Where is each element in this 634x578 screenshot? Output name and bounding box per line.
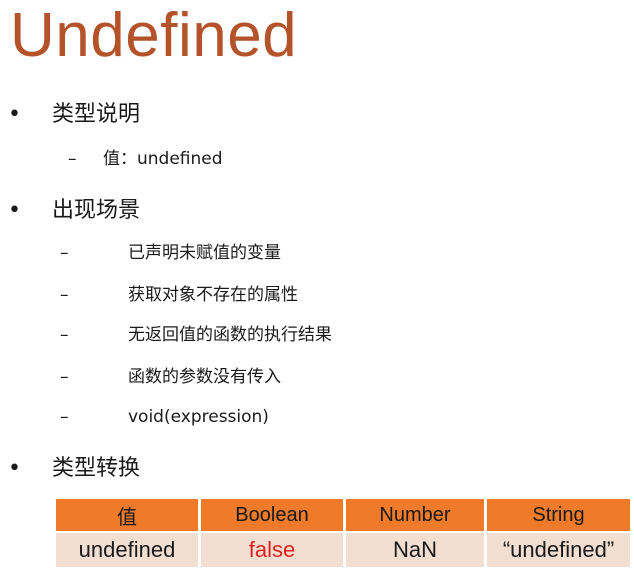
table-cell-boolean: false xyxy=(199,531,346,567)
table-cell: “undefined” xyxy=(485,531,630,567)
bullet-dot: • xyxy=(8,456,21,481)
scene-item: void(expression) xyxy=(128,407,269,427)
bullet-dot: • xyxy=(8,102,21,127)
section-heading: 类型说明 xyxy=(52,102,141,127)
table-cell: undefined xyxy=(56,531,201,567)
header-cell: String xyxy=(485,499,630,532)
scene-item: 函数的参数没有传入 xyxy=(128,367,281,387)
section-heading: 类型转换 xyxy=(52,456,141,481)
dash-marker: – xyxy=(60,285,69,305)
scene-item: 无返回值的函数的执行结果 xyxy=(128,325,332,345)
scene-item: 已声明未赋值的变量 xyxy=(128,243,281,263)
dash-marker: – xyxy=(60,325,69,345)
dash-marker: – xyxy=(60,243,69,263)
section-heading: 出现场景 xyxy=(52,198,141,223)
header-cell: 值 xyxy=(56,499,201,532)
value-line: 值：undefined xyxy=(103,149,223,169)
slide-title: Undefined xyxy=(10,1,298,70)
scene-item: 获取对象不存在的属性 xyxy=(128,285,298,305)
table-header-row: 值 Boolean Number String xyxy=(56,499,630,532)
dash-marker: – xyxy=(68,149,77,169)
conversion-table: 值 Boolean Number String undefined false … xyxy=(56,499,630,567)
table-row: undefined false NaN “undefined” xyxy=(56,531,630,567)
table-cell: NaN xyxy=(344,531,487,567)
header-cell: Number xyxy=(344,499,487,532)
dash-marker: – xyxy=(60,407,69,427)
dash-marker: – xyxy=(60,367,69,387)
slide: Undefined • 类型说明 – 值：undefined • 出现场景 – … xyxy=(0,0,634,578)
header-cell: Boolean xyxy=(199,499,346,532)
bullet-dot: • xyxy=(8,198,21,223)
